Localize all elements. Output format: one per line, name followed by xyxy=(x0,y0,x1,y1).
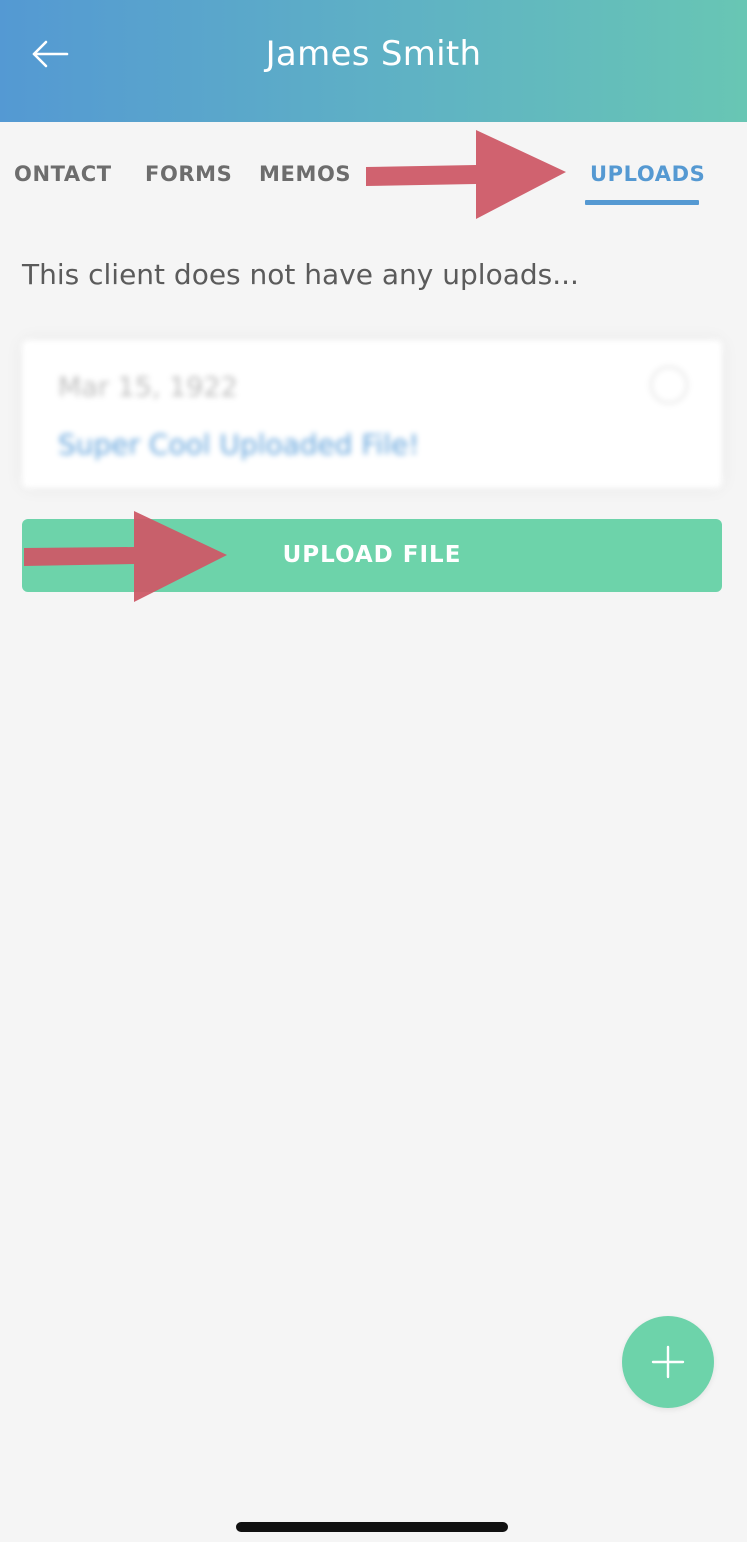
page-title: James Smith xyxy=(265,34,482,74)
upload-list-item: Mar 15, 1922 Super Cool Uploaded File! xyxy=(22,340,722,488)
upload-date: Mar 15, 1922 xyxy=(58,372,238,403)
annotation-arrows xyxy=(24,130,566,602)
tab-forms[interactable]: FORMS xyxy=(145,162,232,186)
tab-contact[interactable]: ONTACT xyxy=(14,162,112,186)
active-tab-indicator xyxy=(585,200,699,205)
upload-file-button[interactable]: UPLOAD FILE xyxy=(22,519,722,592)
tab-memos[interactable]: MEMOS xyxy=(259,162,351,186)
app-header: James Smith xyxy=(0,0,747,122)
home-indicator xyxy=(236,1522,508,1532)
empty-uploads-message: This client does not have any uploads... xyxy=(22,258,579,291)
upload-file-link[interactable]: Super Cool Uploaded File! xyxy=(58,428,420,461)
info-circle-icon[interactable] xyxy=(650,366,688,404)
plus-icon xyxy=(651,1345,685,1379)
tab-uploads[interactable]: UPLOADS xyxy=(590,162,705,186)
add-fab-button[interactable] xyxy=(622,1316,714,1408)
tab-bar: ONTACT FORMS MEMOS UPLOADS xyxy=(0,122,747,210)
